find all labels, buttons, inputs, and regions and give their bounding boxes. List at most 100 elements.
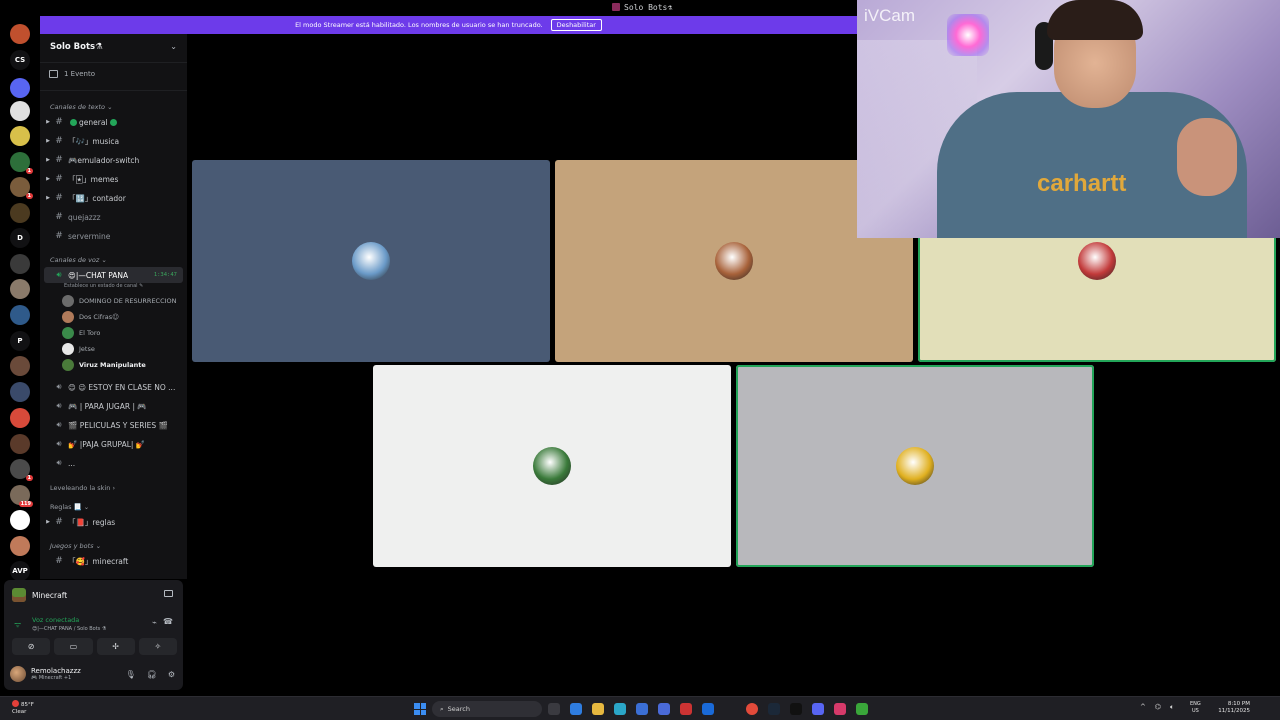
discord-icon[interactable] (812, 703, 824, 715)
steam-icon[interactable] (768, 703, 780, 715)
language-indicator[interactable]: ENG US (1190, 701, 1201, 715)
clock[interactable]: 8:10 PM 11/11/2025 (1218, 701, 1250, 715)
task-view-icon[interactable] (548, 703, 560, 715)
category-label: Reglas 📃 (50, 503, 82, 511)
participant-tile[interactable] (192, 160, 550, 362)
server-icon[interactable]: 1 (10, 459, 33, 481)
server-icon[interactable] (10, 536, 30, 556)
voice-user[interactable]: Jetse (62, 341, 95, 356)
server-icon[interactable]: 1 (10, 177, 33, 199)
voice-user[interactable]: Dos Cifras☺ (62, 309, 119, 324)
user-info[interactable]: Remolachazzz 🎮 Minecraft +1 (10, 666, 81, 682)
text-channel[interactable]: # quejazzz (44, 209, 183, 225)
disable-streamer-button[interactable]: Deshabilitar (550, 19, 602, 31)
screen-share-button[interactable]: ▭ (54, 638, 93, 655)
server-icon[interactable] (10, 510, 30, 530)
status-dot-icon (109, 118, 117, 126)
outlook-icon[interactable] (702, 703, 714, 715)
chevron-down-icon[interactable]: ⌄ (170, 42, 177, 51)
voice-channel[interactable]: 🔊︎ 😊 😉 ESTOY EN CLASE NO ... (44, 379, 183, 395)
voice-user[interactable]: DOMINGO DE RESURRECCION (62, 293, 177, 308)
category-voice-channels[interactable]: Canales de voz ⌄ (50, 256, 107, 264)
voice-channel[interactable]: 🔊︎ 💅 |PAJA GRUPAL| 💅 (44, 436, 183, 452)
channel-reglas[interactable]: ▶ # 「📕」reglas (44, 514, 183, 530)
voice-channel-chat-pana[interactable]: 🔊︎ 😍|—CHAT PANA 1:34:47 (44, 267, 183, 283)
server-icon[interactable]: P (10, 331, 30, 351)
category-text-channels[interactable]: Canales de texto ⌄ (50, 103, 113, 111)
text-channel[interactable]: ▶ # 🎮emulador-switch (44, 152, 183, 168)
server-icon[interactable] (10, 434, 30, 454)
server-icon[interactable] (10, 408, 30, 428)
voice-user[interactable]: Viruz Manipulante (62, 357, 146, 372)
network-icon[interactable]: ⌬ (1155, 703, 1161, 712)
voice-channel-path[interactable]: 😍|—CHAT PANA / Solo Bots ⚗ (32, 626, 106, 632)
server-icon[interactable] (10, 305, 30, 325)
store-icon[interactable] (636, 703, 648, 715)
browser-icon[interactable] (570, 703, 582, 715)
text-channel[interactable]: ▶ # 「🎶」musica (44, 133, 183, 149)
activity-panel-icon[interactable] (164, 590, 173, 597)
minecraft-launcher-icon[interactable] (856, 703, 868, 715)
server-icon[interactable] (10, 254, 30, 274)
voice-channel[interactable]: 🔊︎ 🎮 | PARA JUGAR | 🎮 (44, 398, 183, 414)
chrome-icon[interactable] (746, 703, 758, 715)
server-icon[interactable] (10, 382, 30, 402)
github-icon[interactable] (790, 703, 802, 715)
soundboard-button[interactable]: ✧ (138, 638, 177, 655)
headphones-icon[interactable]: 🎧︎ (147, 670, 157, 679)
app-icon[interactable] (658, 703, 670, 715)
settings-gear-icon[interactable]: ⚙ (168, 670, 175, 679)
text-channel[interactable]: ▶ # general (44, 114, 183, 130)
weather-widget[interactable]: 85°F Clear (12, 700, 34, 716)
signal-icon[interactable]: ᯤ (14, 619, 21, 630)
server-icon[interactable]: D (10, 228, 30, 248)
events-item[interactable]: 1 Evento (44, 67, 183, 81)
volume-icon[interactable]: 🔈︎ (1170, 703, 1174, 712)
server-icon[interactable] (10, 78, 30, 98)
participant-tile[interactable] (373, 365, 731, 567)
voice-user[interactable]: El Toro (62, 325, 100, 340)
activity-row[interactable]: Minecraft (12, 588, 67, 602)
file-explorer-icon[interactable] (592, 703, 604, 715)
channel-status[interactable]: Establece un estado de canal ✎ (64, 283, 143, 289)
voice-channel-label: 🎬 PELICULAS Y SERIES 🎬 (68, 420, 168, 430)
mcafee-icon[interactable] (680, 703, 692, 715)
server-icon[interactable] (10, 356, 30, 376)
voice-channel[interactable]: 🔊︎ 🎬 PELICULAS Y SERIES 🎬 (44, 417, 183, 433)
participant-avatar (352, 242, 390, 280)
microphone-icon[interactable]: 🎙︎ (126, 670, 136, 679)
text-channel[interactable]: ▶ # 「🃏」memes (44, 171, 183, 187)
category-reglas[interactable]: Reglas 📃 ⌄ (50, 503, 89, 511)
server-icon[interactable]: CS (10, 50, 30, 70)
server-name[interactable]: Solo Bots⚗ (50, 42, 103, 52)
server-icon[interactable] (10, 24, 30, 44)
noise-suppression-icon[interactable]: ⌁ (152, 618, 157, 627)
category-juegos[interactable]: Juegos y bots ⌄ (50, 542, 101, 550)
activities-button[interactable]: ✢ (96, 638, 135, 655)
edge-icon[interactable] (614, 703, 626, 715)
user-status: 🎮 Minecraft +1 (31, 675, 72, 681)
text-channel[interactable]: # servermine (44, 228, 183, 244)
category-leveleando[interactable]: Leveleando la skin › (50, 484, 115, 492)
camera-off-button[interactable]: ⊘ (12, 638, 51, 655)
server-icon[interactable] (10, 203, 30, 223)
voice-status[interactable]: Voz conectada (32, 616, 79, 624)
server-icon[interactable]: AVP (10, 561, 30, 581)
server-icon[interactable] (10, 126, 30, 146)
channel-minecraft[interactable]: # 「🥰」minecraft (44, 553, 183, 569)
capcut-icon[interactable] (834, 703, 846, 715)
disconnect-icon[interactable]: ☎ (163, 617, 173, 626)
taskbar-search[interactable]: ⌕ Search (432, 701, 542, 717)
server-icon[interactable] (10, 279, 30, 299)
chevron-up-icon[interactable]: ^ (1140, 703, 1146, 712)
avatar (62, 294, 74, 307)
text-channel[interactable]: ▶ # 「🔢」contador (44, 190, 183, 206)
server-icon[interactable] (10, 101, 30, 121)
participant-tile[interactable] (736, 365, 1094, 567)
windows-start-icon[interactable] (414, 703, 426, 715)
server-icon[interactable]: 1 (10, 152, 33, 174)
server-initials: CS (14, 56, 26, 64)
taskbar: 85°F Clear ⌕ Search ^ ⌬ 🔈︎ ENG US 8:10 PM… (0, 696, 1280, 720)
voice-channel[interactable]: 🔊︎... (44, 455, 183, 471)
server-icon[interactable]: 119 (10, 485, 33, 507)
